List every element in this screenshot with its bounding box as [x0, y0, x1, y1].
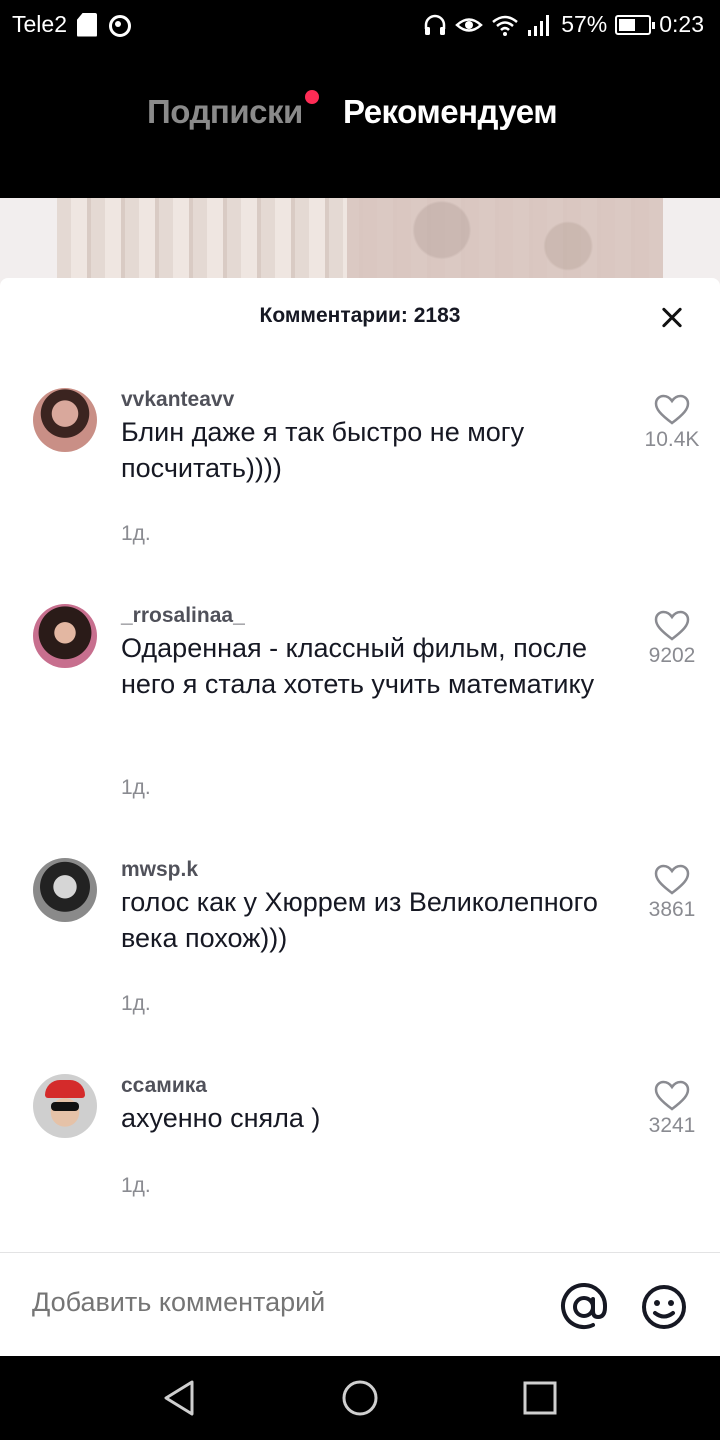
add-comment-input[interactable] — [32, 1287, 532, 1318]
status-left: Tele2 — [12, 11, 131, 38]
at-sign-icon[interactable] — [560, 1283, 608, 1331]
add-comment-bar — [0, 1252, 720, 1356]
avatar[interactable] — [33, 858, 97, 922]
top-nav: Подписки Рекомендуем — [0, 50, 720, 198]
clock: 0:23 — [659, 11, 704, 37]
heart-icon[interactable] — [654, 394, 690, 426]
comment-item: mwsp.k голос как у Хюррем из Великолепно… — [0, 858, 720, 1028]
close-comments-button[interactable] — [652, 298, 692, 338]
comment-date: 1д. — [121, 1174, 151, 1197]
like-count: 3241 — [648, 1114, 696, 1137]
comment-text: ахуенно сняла ) — [121, 1103, 321, 1133]
battery-fill — [619, 18, 636, 31]
like-count: 3861 — [648, 898, 696, 921]
battery-percent: 57% — [561, 11, 608, 37]
comment-item: vvkanteavv Блин даже я так быстро не мог… — [0, 388, 720, 558]
tab-for-you[interactable]: Рекомендуем — [343, 93, 558, 131]
eye-icon — [455, 17, 484, 32]
wifi-icon — [492, 15, 518, 36]
comment-item: _rrosalinaa_ Одаренная - классный фильм,… — [0, 604, 720, 804]
like-count: 9202 — [648, 644, 696, 667]
battery-icon — [615, 14, 656, 35]
signal-icon — [528, 14, 550, 36]
headphones-icon — [424, 14, 446, 35]
comments-panel: Комментарии: 2183 vvkanteavv Блин даже я… — [0, 278, 720, 1356]
heart-icon[interactable] — [654, 610, 690, 642]
back-triangle-icon[interactable] — [158, 1376, 202, 1420]
system-nav-bar — [0, 1356, 720, 1440]
avatar[interactable] — [33, 388, 97, 452]
smiley-icon[interactable] — [640, 1283, 688, 1331]
comment-text: голос как у Хюррем из Великолепного века… — [121, 887, 598, 953]
comments-title: Комментарии: 2183 — [259, 304, 461, 327]
comments-header: Комментарии: 2183 — [0, 278, 720, 358]
home-circle-icon[interactable] — [338, 1376, 382, 1420]
comment-date: 1д. — [121, 776, 151, 799]
comment-username[interactable]: _rrosalinaa_ — [121, 604, 245, 628]
video-preview[interactable] — [0, 198, 720, 288]
video-frame — [57, 198, 663, 278]
heart-icon[interactable] — [654, 1080, 690, 1112]
comment-username[interactable]: mwsp.k — [121, 858, 198, 882]
avatar[interactable] — [33, 1074, 97, 1138]
avatar[interactable] — [33, 604, 97, 668]
sd-card-icon — [76, 12, 97, 37]
tab-following[interactable]: Подписки — [147, 93, 303, 131]
comment-username[interactable]: vvkanteavv — [121, 388, 234, 412]
status-bar: Tele2 57% 0:23 — [0, 0, 720, 50]
comment-date: 1д. — [121, 522, 151, 545]
comment-username[interactable]: ссамика — [121, 1074, 207, 1098]
hotspot-icon — [107, 13, 131, 37]
recent-square-icon[interactable] — [518, 1376, 562, 1420]
heart-icon[interactable] — [654, 864, 690, 896]
status-right: 57% 0:23 — [423, 11, 704, 38]
like-count: 10.4K — [644, 428, 700, 451]
comment-item: ссамика ахуенно сняла ) 1д. 3241 — [0, 1074, 720, 1214]
comment-text: Блин даже я так быстро не могу посчитать… — [121, 417, 525, 483]
comment-date: 1д. — [121, 992, 151, 1015]
carrier-name: Tele2 — [12, 11, 67, 37]
notification-dot — [305, 90, 319, 104]
comment-text: Одаренная - классный фильм, после него я… — [121, 633, 595, 699]
